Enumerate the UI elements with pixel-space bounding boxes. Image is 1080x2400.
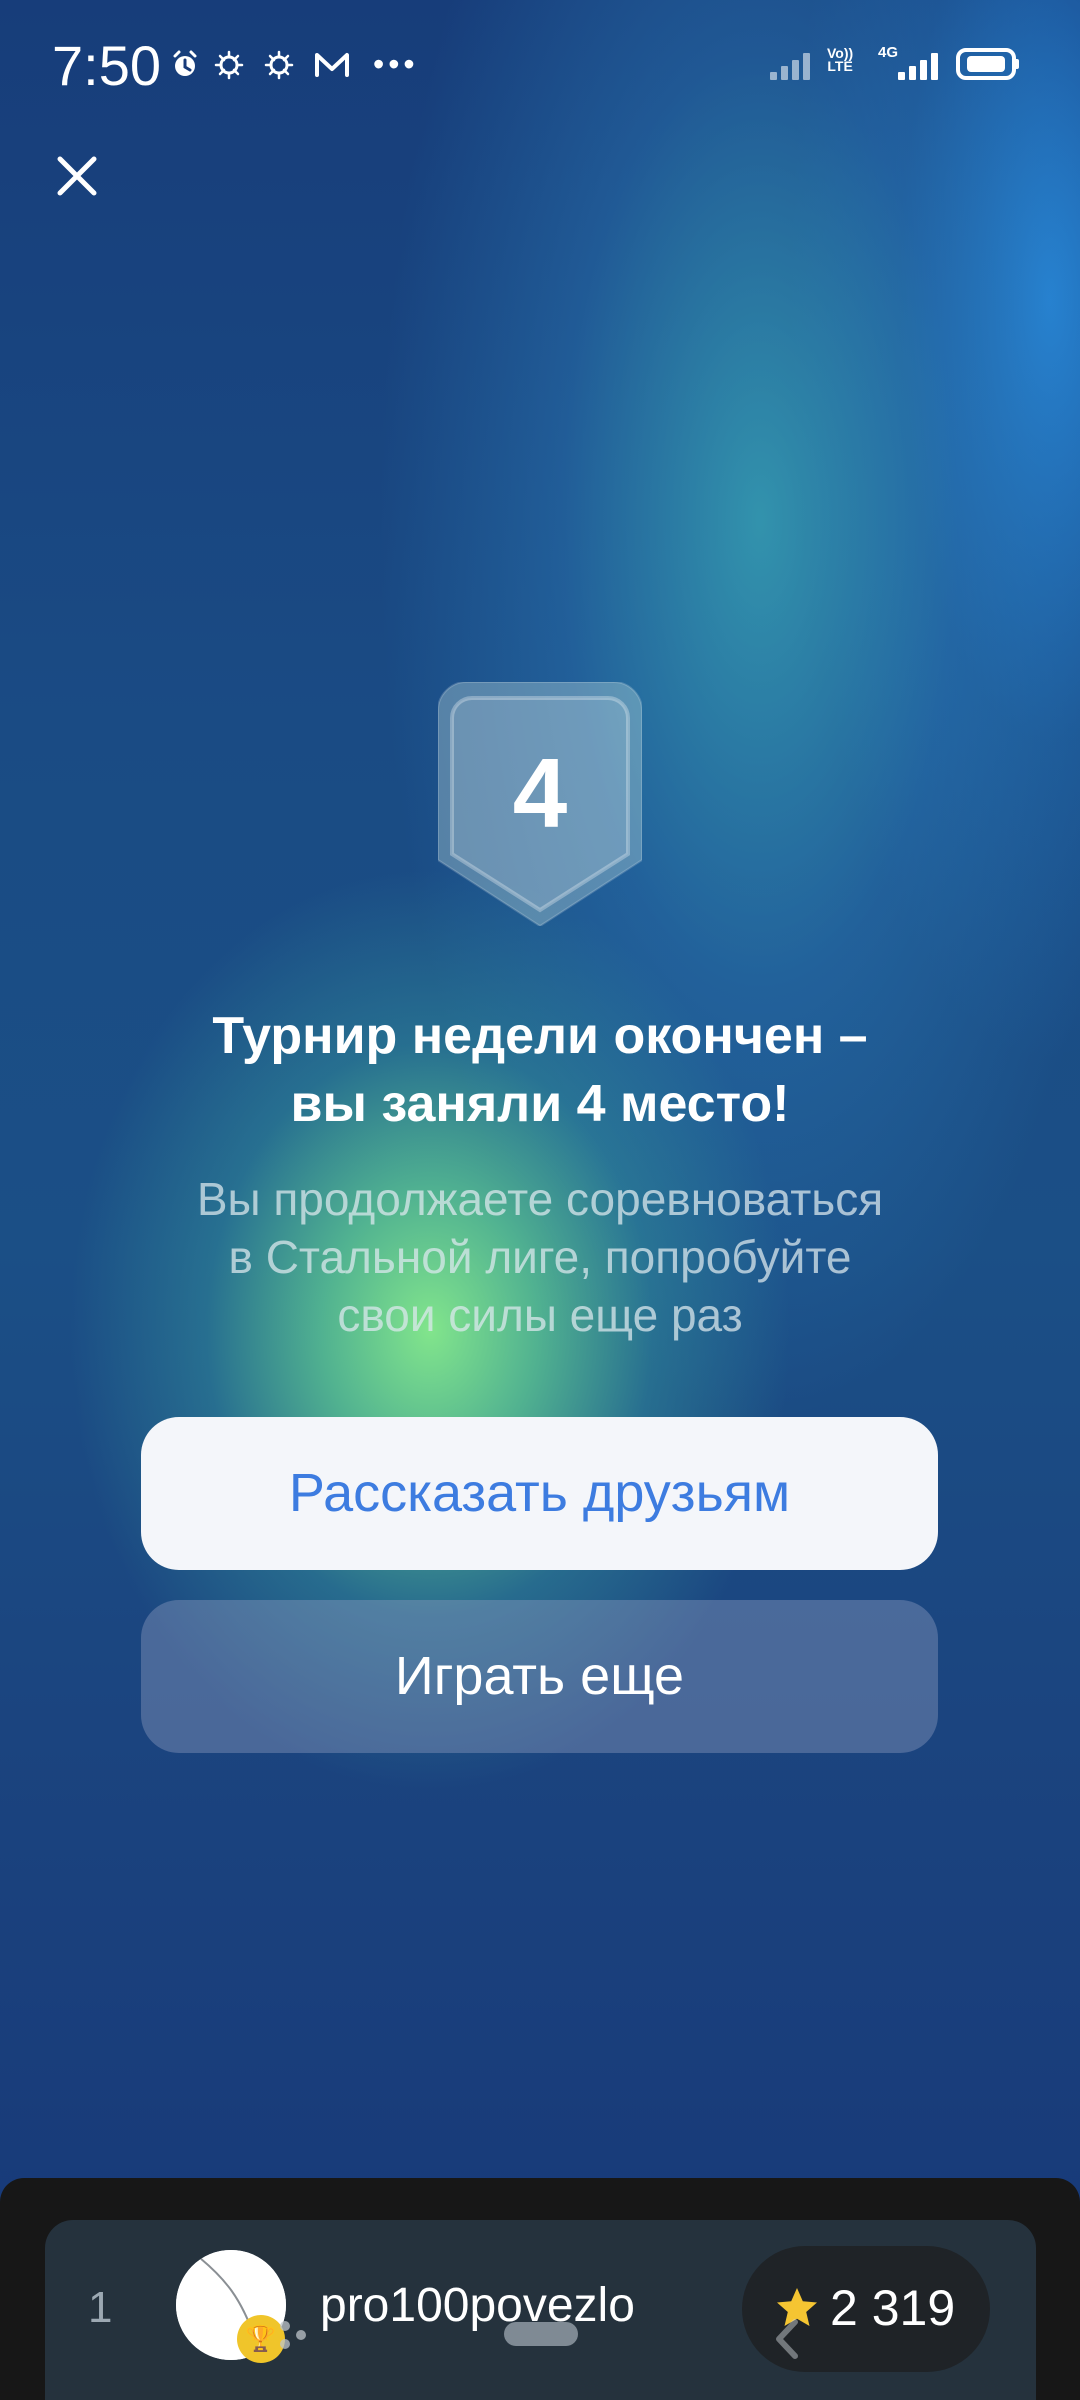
signal-icon [768,48,816,82]
volte-status: Vo)) LTE [827,45,854,74]
play-again-button[interactable]: Играть еще [141,1600,938,1753]
notification-icon [262,48,296,82]
network-type: 4G [878,44,899,61]
drag-handle-icon[interactable] [280,2321,314,2357]
trophy-icon: 🏆 [237,2315,285,2363]
leaderboard-score: 2 319 [830,2280,956,2336]
battery-icon [954,47,1020,81]
status-time: 7:50 [52,34,161,97]
result-title-text: Турнир недели окончен – вы заняли 4 мест… [212,1007,868,1133]
place-badge: 4 [438,682,642,926]
alarm-icon [168,48,202,82]
chevron-left-icon[interactable] [772,2318,802,2360]
status-bar: 7:50 ••• Vo)) LTE 4G [0,0,1080,130]
close-icon[interactable] [56,155,98,197]
navigation-handle[interactable] [504,2322,578,2346]
notification-icon [212,48,246,82]
leaderboard-rank: 1 [88,2283,113,2332]
share-with-friends-button[interactable]: Рассказать друзьям [141,1417,938,1570]
place-number: 4 [512,738,568,848]
result-description-text: Вы продолжаете соревноваться в Стальной … [196,1173,884,1341]
signal-icon [896,48,944,82]
leaderboard-username: pro100povezlo [320,2279,635,2332]
result-title: Турнир недели окончен – вы заняли 4 мест… [140,1002,940,1138]
mail-icon [312,48,352,82]
more-icon: ••• [373,46,419,82]
result-description: Вы продолжаете соревноваться в Стальной … [118,1170,962,1344]
